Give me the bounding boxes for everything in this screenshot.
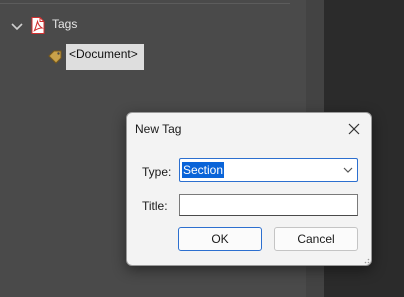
dialog-title: New Tag [135, 122, 182, 136]
close-icon[interactable] [343, 118, 365, 140]
type-label: Type: [142, 165, 172, 179]
panel-divider [0, 3, 290, 4]
pdf-file-icon [31, 17, 45, 34]
chevron-down-icon [343, 167, 353, 173]
new-tag-dialog: New Tag Type: Section Title: OK Cancel [126, 112, 372, 266]
tree-item-document[interactable]: <Document> [66, 44, 144, 70]
tree-item-label: <Document> [69, 47, 138, 61]
chevron-down-icon[interactable] [10, 20, 24, 34]
resize-grip-icon[interactable] [362, 256, 370, 264]
tag-icon [48, 50, 62, 64]
cancel-button[interactable]: Cancel [274, 227, 358, 251]
tree-root-label[interactable]: Tags [52, 17, 77, 31]
ok-button[interactable]: OK [178, 227, 262, 251]
type-select-value: Section [182, 162, 225, 178]
type-select[interactable]: Section [179, 158, 358, 182]
title-label: Title: [142, 199, 168, 213]
title-input[interactable] [179, 194, 358, 216]
